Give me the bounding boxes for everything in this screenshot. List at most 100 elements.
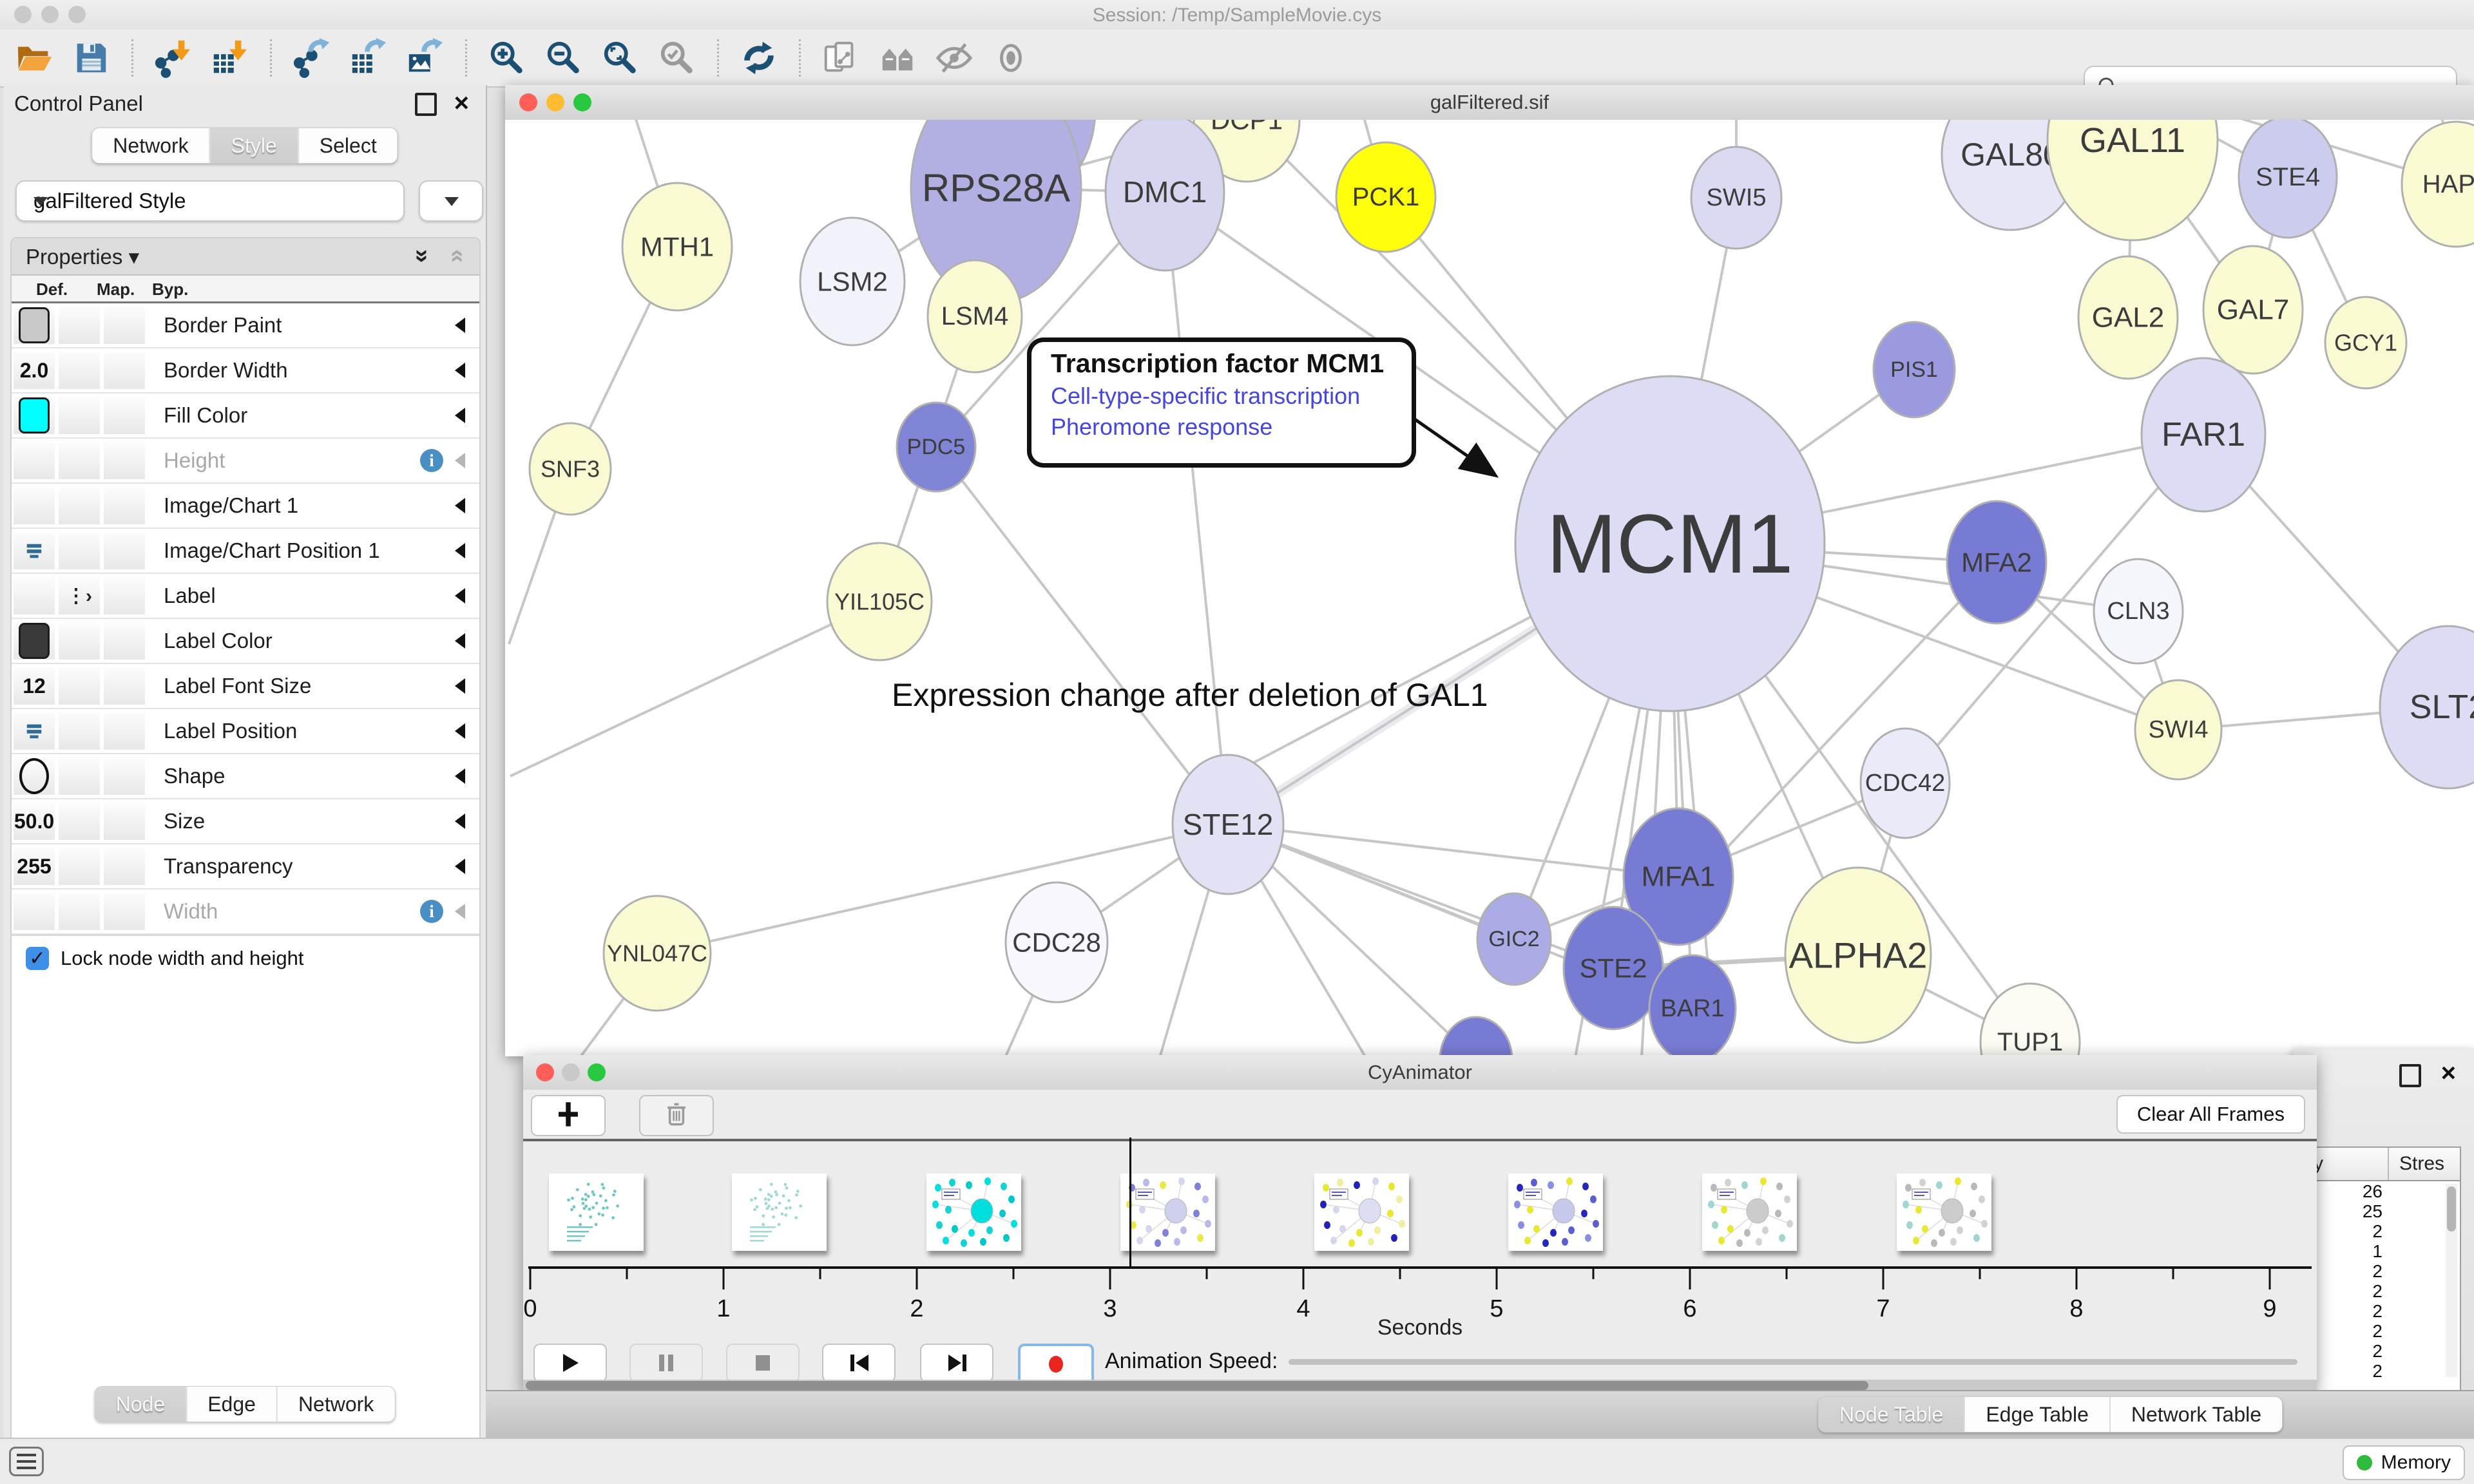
network-node-LSM2[interactable]: LSM2	[800, 218, 905, 345]
default-value-cell[interactable]	[14, 712, 55, 750]
property-row-fill-color[interactable]: Fill Color	[12, 394, 479, 439]
mapping-cell[interactable]	[59, 893, 100, 930]
frame-thumbnail-5[interactable]	[1314, 1174, 1409, 1251]
collapse-arrow-icon[interactable]	[455, 813, 465, 829]
network-node-GAL7[interactable]: GAL7	[2203, 246, 2303, 374]
default-value-cell[interactable]	[14, 307, 55, 344]
bypass-cell[interactable]	[104, 667, 145, 705]
float-panel-icon[interactable]	[415, 93, 437, 116]
export-table-button[interactable]	[340, 33, 397, 82]
network-canvas[interactable]: DCP1RPS28ADMC1PCK1SWI5GAL80GAL11STE4HAP2…	[505, 120, 2474, 1056]
annotation-link[interactable]: Pheromone response	[1051, 414, 1412, 441]
tab-network-table[interactable]: Network Table	[2109, 1397, 2282, 1432]
cyanimator-titlebar[interactable]: CyAnimator	[523, 1055, 2317, 1090]
bypass-cell[interactable]	[104, 487, 145, 524]
network-node-SWI5[interactable]: SWI5	[1691, 147, 1781, 249]
network-node-ALPHA2[interactable]: ALPHA2	[1785, 868, 1931, 1043]
frames-timeline[interactable]	[523, 1141, 2317, 1266]
bypass-cell[interactable]	[104, 893, 145, 930]
mapping-cell[interactable]	[59, 352, 100, 389]
delete-frame-button[interactable]	[639, 1095, 714, 1136]
mapping-cell[interactable]	[59, 667, 100, 705]
network-node-GCY1[interactable]: GCY1	[2325, 297, 2406, 388]
collapse-arrow-icon[interactable]	[455, 543, 465, 558]
bypass-cell[interactable]	[104, 803, 145, 840]
default-value-cell[interactable]	[14, 487, 55, 524]
property-row-label-color[interactable]: Label Color	[12, 619, 479, 664]
close-panel-icon[interactable]: ×	[454, 89, 469, 118]
collapse-arrow-icon[interactable]	[455, 723, 465, 739]
network-node-MTH1[interactable]: MTH1	[622, 183, 732, 310]
default-value-cell[interactable]	[14, 757, 55, 795]
default-value-cell[interactable]	[14, 893, 55, 930]
default-value-cell[interactable]	[14, 397, 55, 434]
mapping-cell[interactable]	[59, 803, 100, 840]
export-image-button[interactable]	[397, 33, 454, 82]
frame-thumbnail-1[interactable]	[549, 1174, 644, 1251]
table-row[interactable]: 26	[2297, 1181, 2460, 1201]
network-node-FAR1[interactable]: FAR1	[2142, 358, 2265, 511]
clear-all-frames-button[interactable]: Clear All Frames	[2116, 1095, 2305, 1134]
network-node-CDC28[interactable]: CDC28	[1006, 882, 1108, 1002]
table-row[interactable]: 25	[2297, 1201, 2460, 1221]
frame-thumbnail-2[interactable]	[732, 1174, 827, 1251]
default-value-cell[interactable]	[14, 622, 55, 660]
collapse-arrow-icon[interactable]	[455, 768, 465, 784]
import-network-button[interactable]	[145, 33, 202, 82]
open-folder-button[interactable]	[6, 33, 63, 82]
zoom-out-button[interactable]	[535, 33, 592, 82]
memory-button[interactable]: Memory	[2343, 1445, 2465, 1480]
property-row-label-font-size[interactable]: 12 Label Font Size	[12, 664, 479, 709]
record-button[interactable]	[1018, 1344, 1094, 1385]
mapping-cell[interactable]	[59, 307, 100, 344]
property-row-width[interactable]: Width i	[12, 889, 479, 935]
table-row[interactable]: 2	[2297, 1261, 2460, 1281]
network-node-YNL047C[interactable]: YNL047C	[604, 896, 711, 1011]
property-row-size[interactable]: 50.0 Size	[12, 799, 479, 844]
expand-all-icon[interactable]: »	[408, 249, 436, 263]
network-window-titlebar[interactable]: galFiltered.sif	[505, 85, 2474, 120]
network-node-HAP2[interactable]: HAP2	[2402, 122, 2474, 247]
network-node-nodeq[interactable]	[1440, 1017, 1512, 1056]
column-header[interactable]: Stres	[2399, 1153, 2444, 1175]
mapping-cell[interactable]: ⋮›	[59, 577, 100, 614]
save-button[interactable]	[63, 33, 120, 82]
import-table-button[interactable]	[202, 33, 258, 82]
collapse-arrow-icon[interactable]	[455, 498, 465, 513]
property-row-image-chart-position-1[interactable]: Image/Chart Position 1	[12, 529, 479, 574]
default-value-cell[interactable]	[14, 442, 55, 479]
bypass-cell[interactable]	[104, 397, 145, 434]
table-row[interactable]: 2	[2297, 1281, 2460, 1301]
network-node-MCM1[interactable]: MCM1	[1515, 376, 1825, 711]
network-node-GIC2[interactable]: GIC2	[1477, 893, 1551, 985]
collapse-arrow-icon[interactable]	[455, 408, 465, 423]
tab-style[interactable]: Style	[209, 128, 298, 163]
network-node-DMC1[interactable]: DMC1	[1106, 120, 1224, 271]
panel-tab-edge[interactable]: Edge	[186, 1387, 276, 1422]
property-row-label-position[interactable]: Label Position	[12, 709, 479, 754]
collapse-all-icon[interactable]: »	[442, 249, 470, 263]
table-row[interactable]: 2	[2297, 1221, 2460, 1241]
mapping-cell[interactable]	[59, 757, 100, 795]
column-divider[interactable]	[2388, 1148, 2389, 1180]
tab-select[interactable]: Select	[298, 128, 398, 163]
default-value-cell[interactable]	[14, 532, 55, 569]
network-node-STE2[interactable]: STE2	[1564, 907, 1663, 1029]
show-panel-menu-button[interactable]	[9, 1447, 44, 1476]
mapping-cell[interactable]	[59, 622, 100, 660]
collapse-arrow-icon[interactable]	[455, 588, 465, 604]
default-value-cell[interactable]: 50.0	[14, 803, 55, 840]
collapse-arrow-icon[interactable]	[455, 859, 465, 874]
network-node-PIS1[interactable]: PIS1	[1874, 322, 1955, 417]
table-row[interactable]: 2	[2297, 1361, 2460, 1381]
bypass-cell[interactable]	[104, 442, 145, 479]
collapse-arrow-icon[interactable]	[455, 363, 465, 378]
mapping-cell[interactable]	[59, 442, 100, 479]
property-row-image-chart-1[interactable]: Image/Chart 1	[12, 484, 479, 529]
zoom-in-button[interactable]	[479, 33, 535, 82]
bypass-cell[interactable]	[104, 577, 145, 614]
mapping-cell[interactable]	[59, 397, 100, 434]
mapping-cell[interactable]	[59, 487, 100, 524]
default-value-cell[interactable]	[14, 577, 55, 614]
network-node-SWI4[interactable]: SWI4	[2135, 680, 2221, 779]
